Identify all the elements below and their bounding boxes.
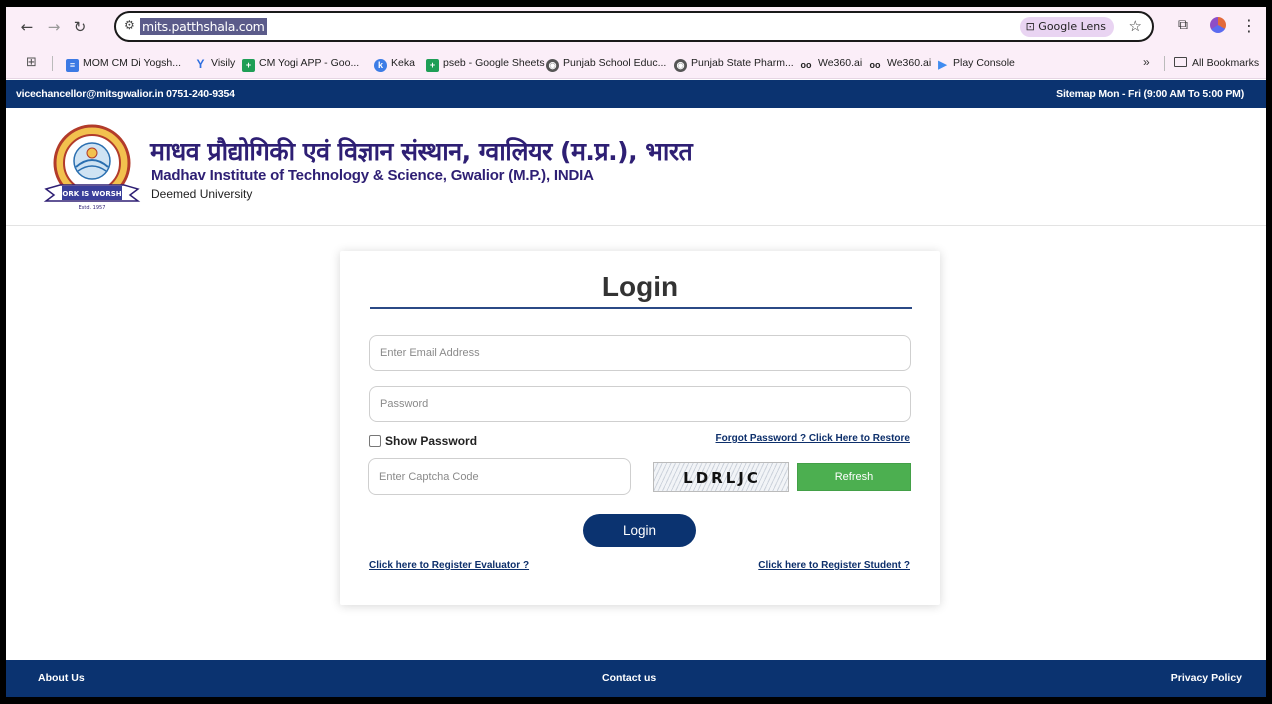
browser-menu-icon[interactable]: ⋮ [1241,16,1257,35]
register-student-link[interactable]: Click here to Register Student ? [758,560,910,571]
lens-icon: ⊡ [1025,20,1035,33]
show-password-toggle[interactable]: Show Password [369,434,477,448]
bookmarks-bar: ⊞ ≡ MOM CM Di Yogsh... Y Visily + CM Yogi A… [6,47,1266,79]
about-us-link[interactable]: About Us [38,660,85,697]
bookmarks-divider [52,56,53,71]
password-field[interactable] [369,386,911,422]
bookmark-item[interactable]: k Keka [374,55,415,72]
bookmark-item[interactable]: ≡ MOM CM Di Yogsh... [66,55,181,72]
bookmark-item[interactable]: oo We360.ai [867,55,932,71]
url-text[interactable]: mits.patthshala.com [140,18,267,35]
address-bar[interactable]: ⚙ mits.patthshala.com ⊡ Google Lens ☆ [114,11,1154,42]
google-lens-button[interactable]: ⊡ Google Lens [1019,17,1114,37]
globe-icon: ◉ [546,59,559,72]
contact-info[interactable]: vicechancellor@mitsgwalior.in 0751-240-9… [16,80,235,108]
institute-title-english: Madhav Institute of Technology & Science… [151,167,594,184]
site-info-icon[interactable]: ⚙ [124,18,135,32]
profile-avatar-icon[interactable] [1210,17,1226,33]
browser-window: ← → ↻ ⚙ mits.patthshala.com ⊡ Google Len… [6,7,1266,697]
contact-us-link[interactable]: Contact us [602,660,656,697]
globe-icon: ◉ [674,59,687,72]
visily-icon: Y [196,57,205,71]
refresh-captcha-button[interactable]: Refresh [797,463,911,491]
more-bookmarks-button[interactable]: » [1143,55,1150,69]
keka-icon: k [374,59,387,72]
bookmark-star-icon[interactable]: ☆ [1129,17,1142,35]
login-button[interactable]: Login [583,514,696,547]
bookmark-item[interactable]: + pseb - Google Sheets [426,55,545,72]
all-bookmarks-button[interactable]: All Bookmarks [1174,55,1259,71]
main-content: Login Show Password Forgot Password ? Cl… [6,226,1266,660]
bookmark-item[interactable]: ◉ Punjab School Educ... [546,55,666,72]
privacy-policy-link[interactable]: Privacy Policy [1171,660,1242,697]
institute-subtitle: Deemed University [151,187,253,201]
we360-icon: oo [869,60,881,70]
bookmark-item[interactable]: ▶ Play Console [936,55,1015,71]
bookmark-item[interactable]: ◉ Punjab State Pharm... [674,55,794,72]
show-password-label: Show Password [385,434,478,448]
show-password-checkbox[interactable] [369,435,381,447]
folder-icon [1174,57,1187,67]
captcha-input[interactable] [368,458,631,495]
site-header: WORK IS WORSHIP Estd. 1957 माधव प्रौद्यो… [6,108,1266,226]
extensions-icon[interactable]: ⧉ [1178,17,1188,33]
sheets-icon: + [242,59,255,72]
logo-year: Estd. 1957 [79,205,106,211]
we360-icon: oo [800,60,812,70]
browser-toolbar: ← → ↻ ⚙ mits.patthshala.com ⊡ Google Len… [6,7,1266,47]
back-icon[interactable]: ← [16,16,38,38]
title-divider [370,307,912,309]
register-evaluator-link[interactable]: Click here to Register Evaluator ? [369,560,529,571]
captcha-text: LDRLJC [683,469,761,487]
bookmark-item[interactable]: + CM Yogi APP - Goo... [242,55,359,72]
lens-label: Google Lens [1038,20,1106,33]
apps-grid-icon[interactable]: ⊞ [26,55,37,70]
institute-title-hindi: माधव प्रौद्योगिकी एवं विज्ञान संस्थान, ग… [150,137,693,166]
bookmark-item[interactable]: Y Visily [194,55,235,71]
bookmarks-divider [1164,56,1165,71]
play-console-icon: ▶ [938,59,947,71]
site-footer: About Us Contact us Privacy Policy [6,660,1266,697]
logo-motto: WORK IS WORSHIP [55,190,130,198]
forward-icon[interactable]: → [43,16,65,38]
login-card: Login Show Password Forgot Password ? Cl… [340,251,940,605]
bookmark-item[interactable]: oo We360.ai [798,55,863,71]
captcha-image: LDRLJC [653,462,789,492]
forgot-password-link[interactable]: Forgot Password ? Click Here to Restore [716,433,911,444]
sitemap-hours[interactable]: Sitemap Mon - Fri (9:00 AM To 5:00 PM) [1056,80,1244,108]
site-topbar: vicechancellor@mitsgwalior.in 0751-240-9… [6,80,1266,108]
institute-logo: WORK IS WORSHIP Estd. 1957 [43,124,141,211]
sheets-icon: + [426,59,439,72]
login-title: Login [601,271,679,302]
docs-icon: ≡ [66,59,79,72]
email-field[interactable] [369,335,911,371]
reload-icon[interactable]: ↻ [69,16,91,38]
